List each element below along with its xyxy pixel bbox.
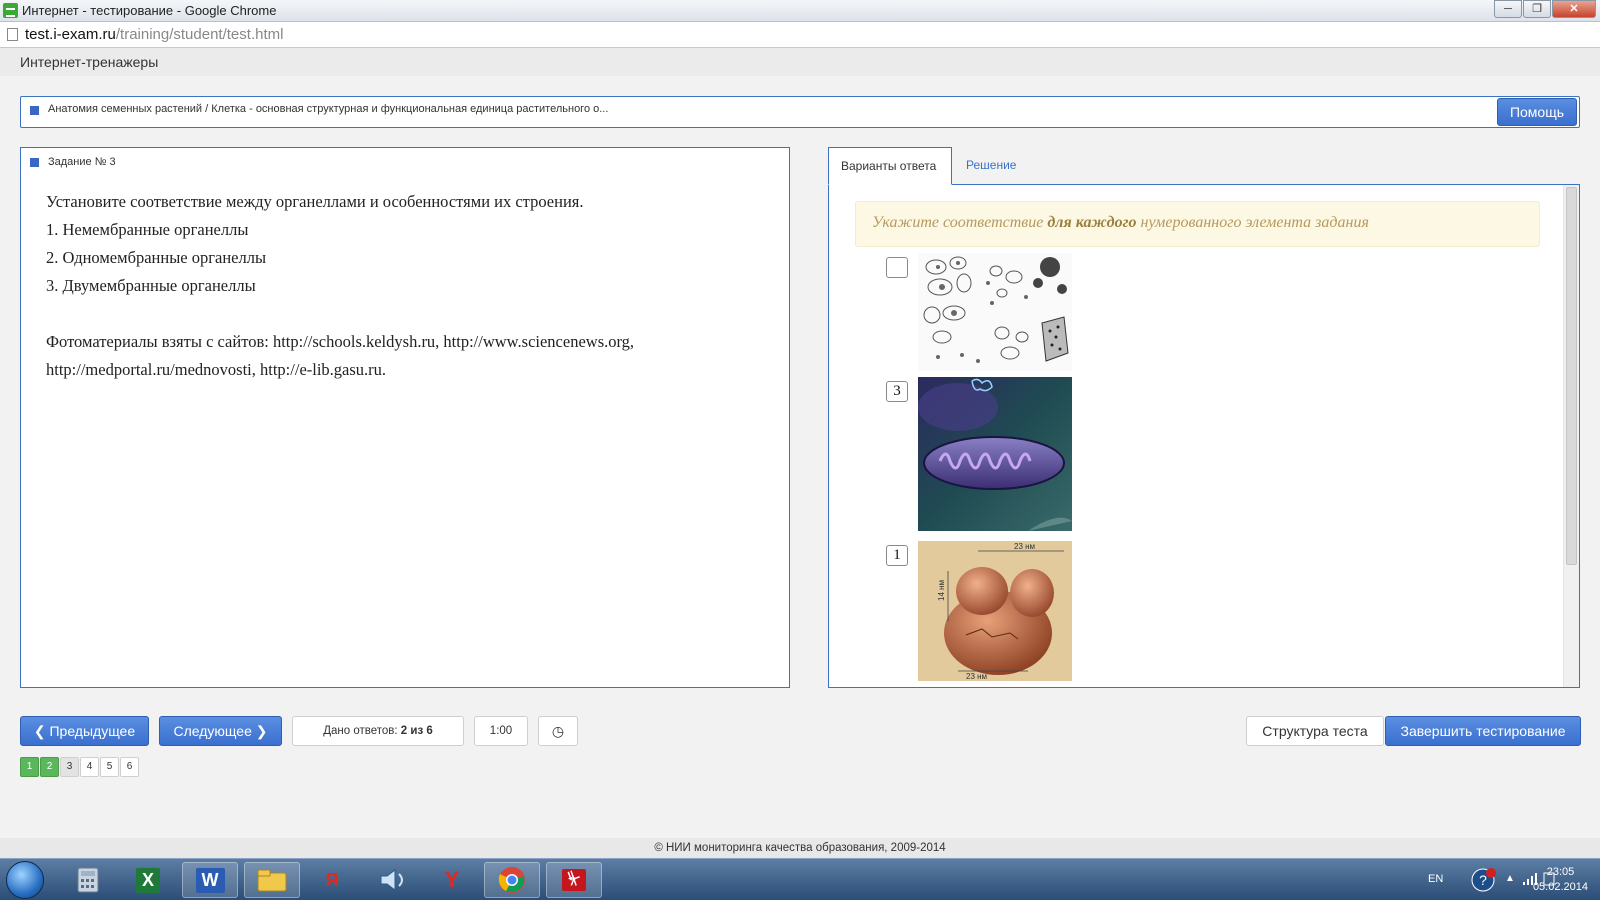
task-option-1: 1. Немембранные органеллы [46, 220, 249, 239]
task-credits-line-2: http://medportal.ru/mednovosti, http://e… [46, 360, 387, 379]
acrobat-icon[interactable]: ⏧ [546, 862, 602, 898]
url-host: test.i-exam.ru [25, 26, 116, 43]
chrome-app-icon [3, 3, 18, 18]
sound-icon[interactable] [364, 862, 420, 898]
url-path: /training/student/test.html [115, 26, 284, 43]
excel-icon[interactable]: X [120, 862, 176, 898]
task-option-2: 2. Одномембранные органеллы [46, 248, 267, 267]
explorer-icon[interactable] [244, 862, 300, 898]
svg-text:?: ? [1479, 872, 1487, 888]
task-question: Установите соответствие между органеллам… [46, 192, 584, 211]
scroll-thumb[interactable] [1566, 187, 1577, 565]
url-field[interactable]: test.i-exam.ru/training/student/test.htm… [25, 26, 283, 43]
chrome-icon[interactable] [484, 862, 540, 898]
timer-toggle-button[interactable]: ◷ [538, 716, 578, 746]
answered-label: Дано ответов: [323, 725, 401, 737]
task-credits-line-1: Фотоматериалы взяты с сайтов: http://sch… [46, 332, 635, 351]
minimize-button[interactable]: ─ [1494, 0, 1522, 18]
instruction-bold: для каждого [1047, 214, 1137, 231]
ribosome-label-side: 14 нм [937, 580, 946, 601]
clock-date: 05.02.2014 [1532, 881, 1588, 893]
question-pager: 1 2 3 4 5 6 [20, 757, 140, 777]
instruction-post: нумерованного элемента задания [1136, 214, 1369, 231]
window-title: Интернет - тестирование - Google Chrome [22, 3, 277, 18]
clock-icon: ◷ [551, 723, 565, 739]
square-icon [30, 158, 39, 167]
answered-value: 2 из 6 [400, 725, 433, 737]
app-brand[interactable]: Интернет-тренажеры [20, 54, 158, 70]
ribosome-label-bottom: 23 нм [966, 672, 987, 681]
window-titlebar: Интернет - тестирование - Google Chrome … [0, 0, 1600, 22]
tab-variants[interactable]: Варианты ответа [828, 147, 952, 185]
ribosome-label-top: 23 нм [1014, 542, 1035, 551]
app-header: Интернет-тренажеры [0, 48, 1600, 76]
tab-solution[interactable]: Решение [954, 147, 1028, 185]
finish-test-button[interactable]: Завершить тестирование [1385, 716, 1581, 746]
system-tray: EN ? ▲ 23:05 05.02.2014 [1330, 859, 1600, 900]
test-structure-button[interactable]: Структура теста [1246, 716, 1384, 746]
alert-icon[interactable]: ? [1470, 867, 1496, 898]
window-controls: ─ ❐ ✕ [1493, 0, 1596, 20]
task-number: Задание № 3 [48, 156, 116, 168]
close-button[interactable]: ✕ [1552, 0, 1596, 18]
word-icon[interactable]: W [182, 862, 238, 898]
language-indicator[interactable]: EN [1428, 873, 1443, 885]
breadcrumb-text: Анатомия семенных растений / Клетка - ос… [48, 103, 609, 115]
page-6[interactable]: 6 [120, 757, 139, 777]
page-1[interactable]: 1 [20, 757, 39, 777]
windows-taskbar: X W Я Y ⏧ EN ? ▲ 23:05 05.02.2014 [0, 858, 1600, 900]
answer-tabs: Варианты ответа Решение [828, 147, 1580, 185]
mitochondrion-image [918, 377, 1072, 531]
page-icon [7, 28, 18, 41]
task-panel: Задание № 3 Установите соответствие межд… [20, 147, 790, 688]
help-button[interactable]: Помощь [1497, 98, 1577, 126]
instruction-pre: Укажите соответствие [872, 214, 1048, 231]
answers-scrollbar[interactable] [1563, 185, 1579, 687]
maximize-button[interactable]: ❐ [1523, 0, 1551, 18]
page-5[interactable]: 5 [100, 757, 119, 777]
start-button[interactable] [6, 861, 44, 899]
page-4[interactable]: 4 [80, 757, 99, 777]
instruction-banner: Укажите соответствие для каждого нумеров… [855, 201, 1540, 247]
chevron-left-icon: ❮ [33, 723, 50, 739]
answer-input[interactable] [886, 257, 908, 278]
chevron-right-icon: ❯ [251, 723, 268, 739]
previous-button[interactable]: ❮ Предыдущее [20, 716, 149, 746]
square-icon [30, 106, 39, 115]
page-3[interactable]: 3 [60, 757, 79, 777]
answer-input[interactable]: 3 [886, 381, 908, 402]
breadcrumb: Анатомия семенных растений / Клетка - ос… [20, 96, 1580, 128]
address-bar[interactable]: test.i-exam.ru/training/student/test.htm… [0, 22, 1600, 48]
next-button[interactable]: Следующее ❯ [159, 716, 282, 746]
system-clock[interactable]: 23:05 05.02.2014 [1533, 865, 1588, 895]
clock-time: 23:05 [1546, 866, 1575, 878]
ribosome-image: 23 нм 14 нм 23 нм [918, 541, 1072, 681]
vesicles-image [918, 253, 1072, 371]
task-body: Установите соответствие между органеллам… [46, 188, 766, 384]
task-option-3: 3. Двумембранные органеллы [46, 276, 256, 295]
calculator-icon[interactable] [60, 862, 116, 898]
page-2[interactable]: 2 [40, 757, 59, 777]
yandex-browser-icon[interactable]: Y [424, 862, 480, 898]
answers-panel: Укажите соответствие для каждого нумеров… [828, 184, 1580, 688]
timer-display: 1:00 [474, 716, 528, 746]
footer: © НИИ мониторинга качества образования, … [0, 838, 1600, 858]
next-label: Следующее [173, 723, 252, 739]
answer-input[interactable]: 1 [886, 545, 908, 566]
yandex-icon[interactable]: Я [304, 862, 360, 898]
answered-counter: Дано ответов: 2 из 6 [292, 716, 464, 746]
previous-label: Предыдущее [49, 723, 136, 739]
tray-expand-icon[interactable]: ▲ [1505, 873, 1515, 884]
